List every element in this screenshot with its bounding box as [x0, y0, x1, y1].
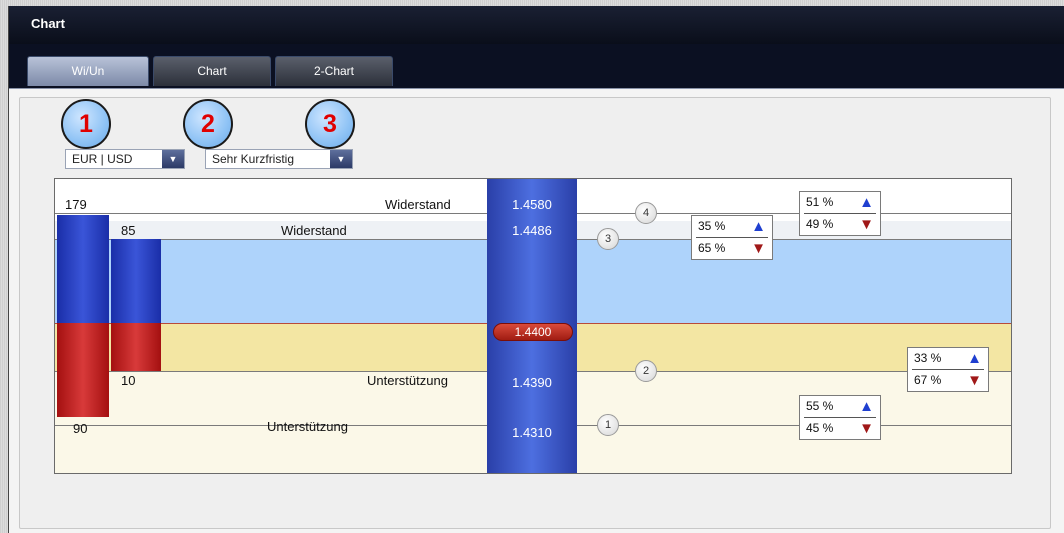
- arrow-up-icon: ▲: [859, 194, 874, 211]
- level-marker-4: 4: [635, 202, 657, 224]
- label-widerstand-2: Widerstand: [385, 197, 451, 212]
- level-marker-1: 1: [597, 414, 619, 436]
- tab-chart[interactable]: Chart: [153, 56, 271, 86]
- support-resistance-chart: 179 Widerstand 85 Widerstand 10 Unterstü…: [54, 178, 1012, 474]
- price-s2: 1.4310: [512, 425, 552, 440]
- prob-up-3: 35 %: [698, 219, 726, 233]
- tab-strip: Wi/Un Chart 2-Chart: [9, 44, 1064, 88]
- count-90: 90: [73, 421, 88, 436]
- resistance-bar-85: [111, 239, 161, 323]
- count-179: 179: [65, 197, 87, 212]
- chevron-down-icon[interactable]: ▼: [330, 150, 352, 168]
- label-unterstuetzung-2: Unterstützung: [267, 419, 348, 434]
- arrow-up-icon: ▲: [859, 398, 874, 415]
- probability-box-3: 35 % ▲ 65 % ▼: [691, 215, 773, 260]
- price-r2: 1.4580: [512, 197, 552, 212]
- count-10: 10: [121, 373, 136, 388]
- currency-pair-value: EUR | USD: [72, 152, 133, 166]
- arrow-down-icon: ▼: [967, 372, 982, 389]
- currency-pair-select[interactable]: EUR | USD ▼: [65, 149, 185, 169]
- support-bar-90: [57, 323, 109, 417]
- prob-down-3: 65 %: [698, 241, 726, 255]
- price-s1: 1.4390: [512, 375, 552, 390]
- level-marker-3: 3: [597, 228, 619, 250]
- callout-badge-1: 1: [61, 99, 111, 149]
- support-bar-10: [111, 323, 161, 371]
- prob-down-1: 45 %: [806, 421, 834, 435]
- arrow-up-icon: ▲: [967, 350, 982, 367]
- horizon-value: Sehr Kurzfristig: [212, 152, 295, 166]
- prob-down-4: 49 %: [806, 217, 834, 231]
- tab-wi-un[interactable]: Wi/Un: [27, 56, 149, 86]
- tab-2-chart[interactable]: 2-Chart: [275, 56, 393, 86]
- label-unterstuetzung-1: Unterstützung: [367, 373, 448, 388]
- level-marker-2: 2: [635, 360, 657, 382]
- label-widerstand-1: Widerstand: [281, 223, 347, 238]
- prob-up-4: 51 %: [806, 195, 834, 209]
- prob-up-2: 33 %: [914, 351, 942, 365]
- arrow-down-icon: ▼: [859, 216, 874, 233]
- count-85: 85: [121, 223, 136, 238]
- chevron-down-icon[interactable]: ▼: [162, 150, 184, 168]
- callout-badge-3: 3: [305, 99, 355, 149]
- horizon-select[interactable]: Sehr Kurzfristig ▼: [205, 149, 353, 169]
- arrow-up-icon: ▲: [751, 218, 766, 235]
- resistance-bar-179: [57, 215, 109, 323]
- arrow-down-icon: ▼: [751, 240, 766, 257]
- price-r1: 1.4486: [512, 223, 552, 238]
- probability-box-4: 51 % ▲ 49 % ▼: [799, 191, 881, 236]
- prob-down-2: 67 %: [914, 373, 942, 387]
- probability-box-2: 33 % ▲ 67 % ▼: [907, 347, 989, 392]
- prob-up-1: 55 %: [806, 399, 834, 413]
- window-title: Chart: [9, 6, 1064, 44]
- probability-box-1: 55 % ▲ 45 % ▼: [799, 395, 881, 440]
- arrow-down-icon: ▼: [859, 420, 874, 437]
- current-price-marker: 1.4400: [493, 323, 573, 341]
- callout-badge-2: 2: [183, 99, 233, 149]
